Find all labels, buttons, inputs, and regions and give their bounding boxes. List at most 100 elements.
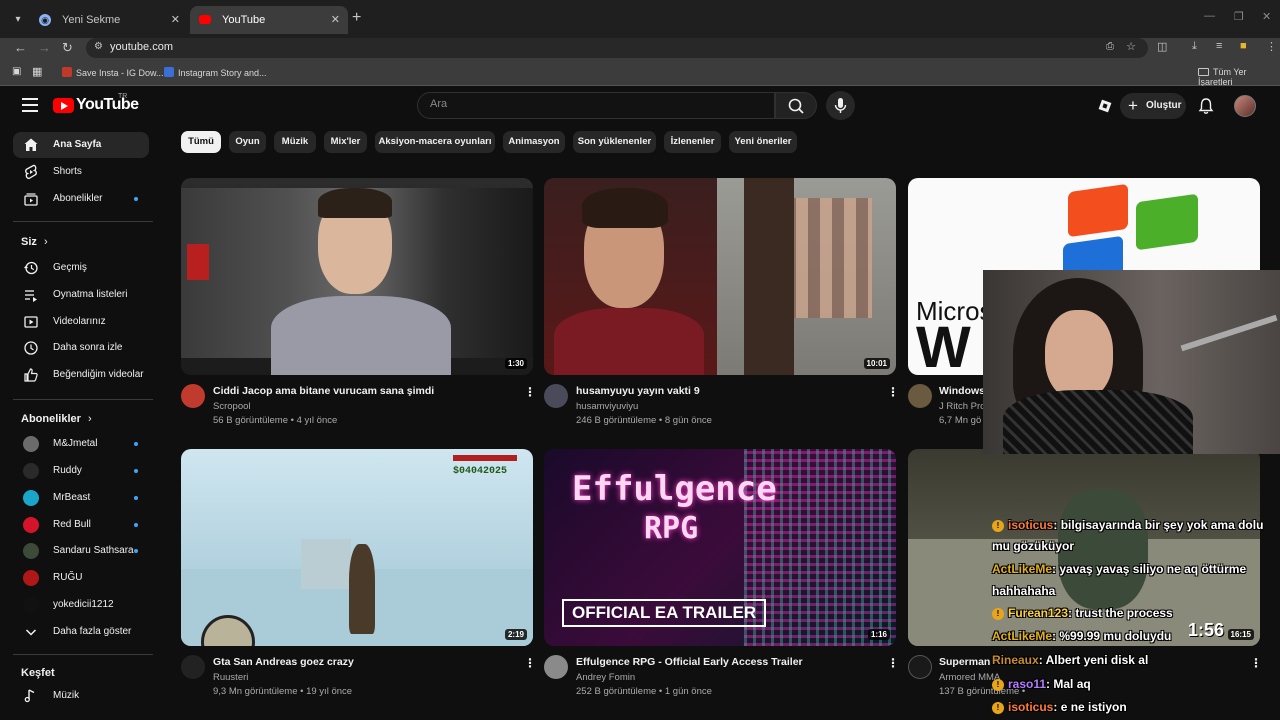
video-channel[interactable]: Andrey Fomin <box>576 672 635 683</box>
thumbnail-title-top: Effulgence <box>572 469 777 509</box>
install-app-icon[interactable]: ⎙ <box>1106 41 1114 52</box>
video-title[interactable]: Windows <box>939 385 985 397</box>
video-thumbnail[interactable]: 1:30 <box>181 178 533 375</box>
video-channel[interactable]: Ruusteri <box>213 672 248 683</box>
notifications-bell-icon[interactable] <box>1198 97 1214 115</box>
chip-animation[interactable]: Animasyon <box>503 131 565 153</box>
sidebar-item-playlists[interactable]: Oynatma listeleri <box>13 282 149 308</box>
voice-search-button[interactable] <box>826 91 855 120</box>
site-info-icon[interactable]: ⚙ <box>94 41 103 52</box>
chip-watched[interactable]: İzlenenler <box>664 131 721 153</box>
explore-section-heading: Keşfet <box>21 667 55 679</box>
bookmark-save-insta[interactable]: Save Insta - IG Dow... <box>62 67 164 78</box>
sidebar-item-music[interactable]: Müzik <box>13 683 149 709</box>
reload-icon[interactable]: ↻ <box>62 40 73 56</box>
close-tab-icon[interactable]: ✕ <box>331 6 340 34</box>
sidebar-item-liked-videos[interactable]: Beğendiğim videolar <box>13 362 149 388</box>
channel-avatar <box>23 570 39 586</box>
subscriptions-section-heading[interactable]: Abonelikler › <box>21 413 92 425</box>
minimize-icon[interactable]: — <box>1204 10 1215 22</box>
channel-avatar[interactable] <box>908 384 932 408</box>
chip-all[interactable]: Tümü <box>181 131 221 153</box>
chip-action-adventure[interactable]: Aksiyon-macera oyunları <box>375 131 495 153</box>
extensions-icon[interactable]: ◫ <box>1157 40 1167 53</box>
new-content-dot <box>134 496 138 500</box>
apps-icon[interactable]: ▣ <box>12 66 21 77</box>
extension-icon[interactable]: ■ <box>1240 40 1247 52</box>
video-title[interactable]: Ciddi Jacop ama bitane vurucam sana şimd… <box>213 385 434 397</box>
chip-game[interactable]: Oyun <box>229 131 266 153</box>
video-title[interactable]: husamyuyu yayın vakti 9 <box>576 385 700 397</box>
sidebar-channel[interactable]: M&Jmetal <box>13 431 149 457</box>
search-input[interactable] <box>430 98 760 110</box>
sidebar-item-label: Abonelikler <box>53 193 103 204</box>
search-button[interactable] <box>775 92 817 119</box>
sidebar-item-home[interactable]: Ana Sayfa <box>13 132 149 158</box>
video-channel[interactable]: J Ritch Pro <box>939 401 985 412</box>
you-section-heading[interactable]: Siz › <box>21 236 48 248</box>
video-title[interactable]: Gta San Andreas goez crazy <box>213 656 354 668</box>
browser-tab-new[interactable]: ◉ Yeni Sekme ✕ <box>30 6 188 34</box>
channel-avatar[interactable] <box>908 655 932 679</box>
channel-avatar[interactable] <box>181 655 205 679</box>
more-options-icon[interactable]: ⋮ <box>524 657 536 669</box>
browser-toolbar: ← → ↻ ⚙ youtube.com ⎙ ☆ ◫ ⤓ ≡ ■ ⋮ <box>0 38 1280 60</box>
sidebar-channel[interactable]: yokedicii1212 <box>13 592 149 618</box>
new-tab-button[interactable]: + <box>352 9 361 27</box>
maximize-icon[interactable]: ❐ <box>1234 10 1244 23</box>
more-options-icon[interactable]: ⋮ <box>887 386 899 398</box>
sidebar-channel[interactable]: Red Bull <box>13 512 149 538</box>
more-options-icon[interactable]: ⋮ <box>887 657 899 669</box>
tab-search-menu-icon[interactable]: ▾ <box>8 10 28 30</box>
download-icon[interactable]: ⤓ <box>1192 40 1197 53</box>
sidebar-item-watch-later[interactable]: Daha sonra izle <box>13 335 149 361</box>
more-options-icon[interactable]: ⋮ <box>524 386 536 398</box>
video-thumbnail[interactable]: $04042025 2:19 <box>181 449 533 646</box>
sidebar-channel[interactable]: Sandaru Sathsara <box>13 538 149 564</box>
premium-sparkle-icon[interactable] <box>1097 98 1113 114</box>
bookmark-instagram-story[interactable]: Instagram Story and... <box>164 67 267 78</box>
chip-recently-uploaded[interactable]: Son yüklenenler <box>573 131 656 153</box>
bookmark-star-icon[interactable]: ☆ <box>1126 40 1136 53</box>
chat-badge-icon: ! <box>992 702 1004 714</box>
all-bookmarks-folder[interactable]: Tüm Yer İşaretleri <box>1198 67 1280 87</box>
chat-message: Rineaux: Albert yeni disk al <box>992 653 1148 667</box>
channel-avatar[interactable] <box>544 384 568 408</box>
sidebar-channel[interactable]: MrBeast <box>13 485 149 511</box>
browser-tab-youtube[interactable]: YouTube ✕ <box>190 6 348 34</box>
chevron-right-icon: › <box>43 236 48 248</box>
video-channel[interactable]: Scropool <box>213 401 251 412</box>
tab-groups-icon[interactable]: ▦ <box>32 65 42 78</box>
chip-mixes[interactable]: Mix'ler <box>324 131 367 153</box>
close-window-icon[interactable]: ✕ <box>1262 10 1271 23</box>
menu-hamburger-icon[interactable] <box>22 98 38 116</box>
channel-avatar[interactable] <box>181 384 205 408</box>
video-title[interactable]: Superman F <box>939 656 1000 668</box>
tab-title: Yeni Sekme <box>62 14 121 26</box>
sidebar-item-history[interactable]: Geçmiş <box>13 255 149 281</box>
video-channel[interactable]: husamviyuviyu <box>576 401 638 412</box>
more-options-icon[interactable]: ⋮ <box>1250 657 1262 669</box>
chip-music[interactable]: Müzik <box>274 131 316 153</box>
logo-text: YouTube <box>76 96 139 113</box>
channel-avatar <box>23 463 39 479</box>
sidebar-item-subscriptions[interactable]: Abonelikler <box>13 186 149 212</box>
forward-icon[interactable]: → <box>38 40 51 55</box>
video-thumbnail[interactable]: 10:01 <box>544 178 896 375</box>
show-more-button[interactable]: Daha fazla göster <box>13 619 149 645</box>
sidebar-item-shorts[interactable]: Shorts <box>13 159 149 185</box>
sidebar-item-your-videos[interactable]: Videolarınız <box>13 309 149 335</box>
chip-new-to-you[interactable]: Yeni öneriler <box>729 131 797 153</box>
account-avatar[interactable] <box>1234 95 1256 117</box>
browser-menu-icon[interactable]: ⋮ <box>1266 40 1277 53</box>
sidebar-channel[interactable]: Ruddy <box>13 458 149 484</box>
media-controls-icon[interactable]: ≡ <box>1216 40 1222 52</box>
video-thumbnail[interactable]: Effulgence RPG OFFICIAL EA TRAILER 1:16 <box>544 449 896 646</box>
close-tab-icon[interactable]: ✕ <box>171 6 180 34</box>
address-bar[interactable]: ⚙ youtube.com ⎙ ☆ <box>86 38 1148 58</box>
channel-avatar[interactable] <box>544 655 568 679</box>
back-icon[interactable]: ← <box>14 40 27 55</box>
sidebar-channel[interactable]: RUĞU <box>13 565 149 591</box>
video-title[interactable]: Effulgence RPG - Official Early Access T… <box>576 656 803 668</box>
create-button[interactable]: + Oluştur <box>1120 93 1186 119</box>
